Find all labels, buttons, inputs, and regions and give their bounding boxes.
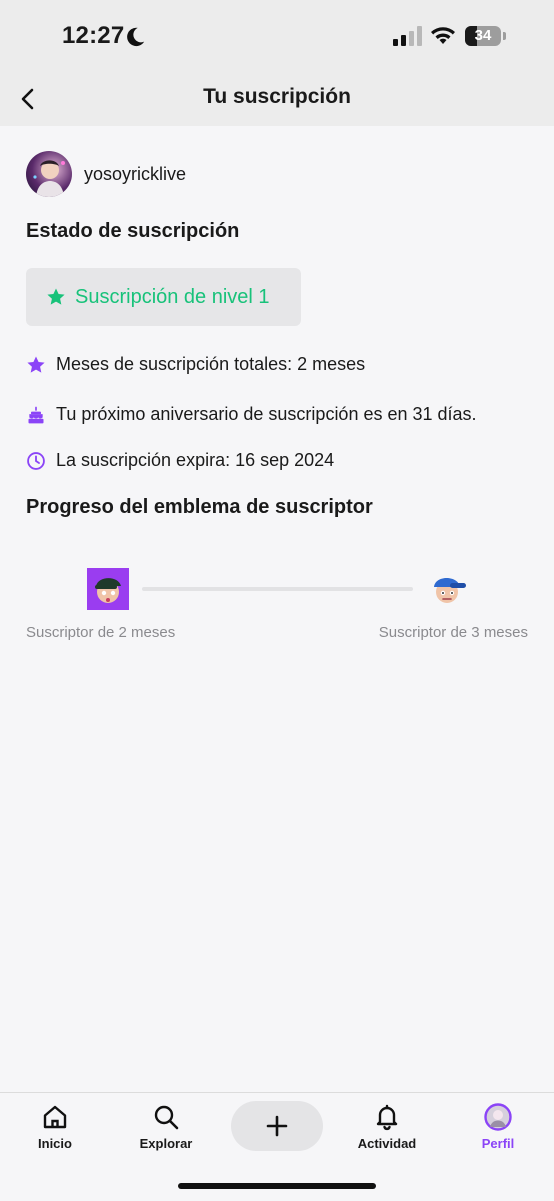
badge-progress: Suscriptor de 2 meses Suscriptor de 3 me… [26,566,528,646]
tier-badge: Suscripción de nivel 1 [26,268,301,326]
status-bar: 12:27 34 [0,0,554,72]
total-months-row: Meses de suscripción totales: 2 meses [26,354,365,375]
total-months-text: Meses de suscripción totales: 2 meses [56,354,366,374]
create-button[interactable] [231,1101,323,1151]
avatar-illustration [33,160,65,197]
progress-track [142,587,413,591]
status-time: 12:27 [62,22,125,49]
battery-icon: 34 [465,26,501,46]
expiry-text: La suscripción expira: 16 sep 2024 [56,450,335,470]
page-title: Tu suscripción [203,85,351,108]
tab-label: Inicio [38,1136,72,1151]
signal-icon [393,26,422,46]
next-badge-caption: Suscriptor de 3 meses [378,624,528,641]
tab-actividad[interactable]: Actividad [342,1103,432,1151]
tier-label: Suscripción de nivel 1 [75,285,270,308]
battery-level: 34 [474,27,492,44]
home-icon [43,1105,67,1129]
nav-header: Tu suscripción [0,72,554,126]
avatar [484,1103,512,1131]
profile-row[interactable]: yosoyricklive [26,151,186,197]
tab-label: Actividad [357,1136,417,1151]
anniversary-row: Tu próximo aniversario de suscripción es… [26,404,477,425]
next-badge-image [434,578,466,603]
cake-icon [28,406,44,423]
star-icon [47,288,65,305]
star-icon [27,356,45,373]
bell-icon [376,1104,398,1131]
moon-icon [127,27,145,47]
tab-inicio[interactable]: Inicio [10,1103,100,1151]
clock-icon [27,451,45,470]
username[interactable]: yosoyricklive [84,164,186,185]
wifi-icon [431,27,455,44]
tab-explorar[interactable]: Explorar [121,1103,211,1151]
badge-progress-title: Progreso del emblema de suscriptor [26,496,373,518]
tab-label: Explorar [139,1136,193,1151]
current-badge-caption: Suscriptor de 2 meses [26,624,176,641]
battery-cap [503,32,506,40]
tab-perfil[interactable]: Perfil [453,1103,543,1151]
current-badge-image [87,568,129,610]
tab-label: Perfil [481,1136,515,1151]
search-icon [154,1105,179,1130]
plus-icon [266,1115,288,1137]
subscription-status-title: Estado de suscripción [26,220,240,242]
home-indicator [178,1183,376,1189]
avatar[interactable] [26,151,72,197]
expiry-row: La suscripción expira: 16 sep 2024 [26,450,334,471]
anniversary-text: Tu próximo aniversario de suscripción es… [56,404,477,424]
